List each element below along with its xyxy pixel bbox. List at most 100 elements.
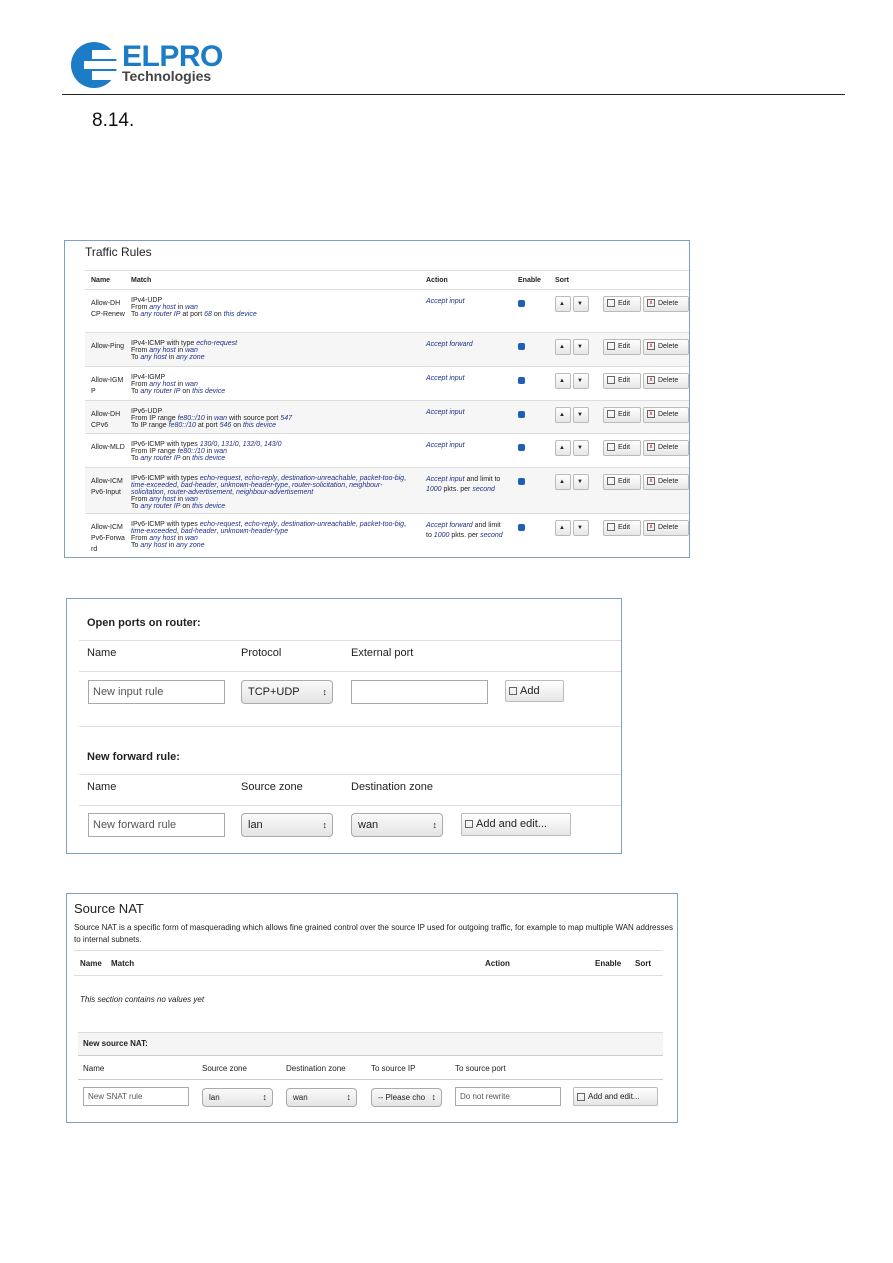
match-segment[interactable]: Accept input [426, 375, 465, 382]
match-segment[interactable]: 68 [204, 311, 212, 318]
add-and-edit-button[interactable]: Add and edit... [573, 1087, 658, 1106]
match-segment[interactable]: wan [185, 381, 198, 388]
edit-button[interactable]: Edit [603, 339, 641, 355]
delete-button[interactable]: x Delete [643, 373, 689, 389]
match-segment[interactable]: wan [185, 496, 198, 503]
enable-checkbox[interactable] [518, 411, 525, 418]
match-segment[interactable]: wan [185, 304, 198, 311]
edit-button[interactable]: Edit [603, 440, 641, 456]
add-and-edit-button[interactable]: Add and edit... [461, 813, 571, 836]
match-segment[interactable]: unknown-header-type [221, 482, 289, 489]
move-down-button[interactable]: ▼ [573, 407, 589, 423]
input-rule-name-field[interactable]: New input rule [88, 680, 225, 704]
match-segment[interactable]: Accept input [426, 409, 465, 416]
match-segment[interactable]: 131/0 [221, 441, 239, 448]
match-segment[interactable]: fe80::/10 [169, 422, 196, 429]
enable-checkbox[interactable] [518, 524, 525, 531]
move-down-button[interactable]: ▼ [573, 440, 589, 456]
match-segment[interactable]: Accept input [426, 442, 465, 449]
edit-button[interactable]: Edit [603, 520, 641, 536]
move-up-button[interactable]: ▲ [555, 407, 571, 423]
match-segment[interactable]: any host [149, 535, 175, 542]
enable-checkbox[interactable] [518, 478, 525, 485]
move-up-button[interactable]: ▲ [555, 296, 571, 312]
move-down-button[interactable]: ▼ [573, 520, 589, 536]
move-up-button[interactable]: ▲ [555, 373, 571, 389]
match-segment[interactable]: fe80::/10 [178, 415, 205, 422]
move-up-button[interactable]: ▲ [555, 339, 571, 355]
to-source-port-field[interactable]: Do not rewrite [455, 1087, 561, 1106]
match-segment[interactable]: this device [243, 422, 276, 429]
match-segment[interactable]: any router IP [140, 455, 180, 462]
move-down-button[interactable]: ▼ [573, 296, 589, 312]
match-segment[interactable]: this device [192, 388, 225, 395]
match-segment[interactable]: destination-unreachable [281, 475, 356, 482]
match-segment[interactable]: Accept input [426, 298, 465, 305]
match-segment[interactable]: any host [149, 304, 175, 311]
snat-name-field[interactable]: New SNAT rule [83, 1087, 189, 1106]
match-segment[interactable]: packet-too-big [360, 521, 404, 528]
match-segment[interactable]: destination-unreachable [281, 521, 356, 528]
match-segment[interactable]: fe80::/10 [178, 448, 205, 455]
match-segment[interactable]: Accept forward [426, 522, 473, 529]
match-segment[interactable]: any router IP [140, 503, 180, 510]
match-segment[interactable]: 1000 [434, 532, 450, 539]
to-source-ip-select[interactable]: -- Please cho [371, 1088, 442, 1107]
match-segment[interactable]: this device [192, 503, 225, 510]
match-segment[interactable]: 132/0 [243, 441, 261, 448]
match-segment[interactable]: wan [214, 448, 227, 455]
edit-button[interactable]: Edit [603, 373, 641, 389]
match-segment[interactable]: 130/0 [200, 441, 218, 448]
enable-checkbox[interactable] [518, 300, 525, 307]
match-segment[interactable]: neighbour-advertisement [236, 489, 313, 496]
match-segment[interactable]: 143/0 [264, 441, 282, 448]
enable-checkbox[interactable] [518, 377, 525, 384]
move-down-button[interactable]: ▼ [573, 474, 589, 490]
match-segment[interactable]: any router IP [140, 388, 180, 395]
enable-checkbox[interactable] [518, 444, 525, 451]
match-segment[interactable]: router-solicitation [292, 482, 345, 489]
match-segment[interactable]: any host [140, 354, 166, 361]
match-segment[interactable]: router-advertisement [168, 489, 232, 496]
match-segment[interactable]: wan [185, 535, 198, 542]
match-segment[interactable]: echo-request [200, 521, 241, 528]
delete-button[interactable]: x Delete [643, 339, 689, 355]
source-zone-select[interactable]: lan [202, 1088, 273, 1107]
move-down-button[interactable]: ▼ [573, 373, 589, 389]
enable-checkbox[interactable] [518, 343, 525, 350]
delete-button[interactable]: x Delete [643, 520, 689, 536]
match-segment[interactable]: neighbour- [349, 482, 382, 489]
edit-button[interactable]: Edit [603, 474, 641, 490]
match-segment[interactable]: solicitation [131, 489, 164, 496]
match-segment[interactable]: this device [224, 311, 257, 318]
match-segment[interactable]: wan [214, 415, 227, 422]
match-segment[interactable]: 547 [280, 415, 292, 422]
move-down-button[interactable]: ▼ [573, 339, 589, 355]
source-zone-select[interactable]: lan [241, 813, 333, 837]
match-segment[interactable]: echo-reply [244, 521, 277, 528]
destination-zone-select[interactable]: wan [286, 1088, 357, 1107]
destination-zone-select[interactable]: wan [351, 813, 443, 837]
move-up-button[interactable]: ▲ [555, 474, 571, 490]
edit-button[interactable]: Edit [603, 296, 641, 312]
move-up-button[interactable]: ▲ [555, 520, 571, 536]
match-segment[interactable]: any zone [176, 542, 204, 549]
delete-button[interactable]: x Delete [643, 296, 689, 312]
match-segment[interactable]: bad-header [181, 528, 217, 535]
match-segment[interactable]: any host [140, 542, 166, 549]
match-segment[interactable]: this device [192, 455, 225, 462]
match-segment[interactable]: time-exceeded [131, 528, 177, 535]
match-segment[interactable]: echo-request [200, 475, 241, 482]
delete-button[interactable]: x Delete [643, 474, 689, 490]
match-segment[interactable]: any host [149, 496, 175, 503]
match-segment[interactable]: 1000 [426, 486, 442, 493]
match-segment[interactable]: Accept forward [426, 341, 473, 348]
add-button[interactable]: Add [505, 680, 564, 702]
delete-button[interactable]: x Delete [643, 407, 689, 423]
delete-button[interactable]: x Delete [643, 440, 689, 456]
match-segment[interactable]: any host [149, 347, 175, 354]
match-segment[interactable]: second [480, 532, 503, 539]
forward-rule-name-field[interactable]: New forward rule [88, 813, 225, 837]
match-segment[interactable]: Accept input [426, 476, 465, 483]
protocol-select[interactable]: TCP+UDP [241, 680, 333, 704]
